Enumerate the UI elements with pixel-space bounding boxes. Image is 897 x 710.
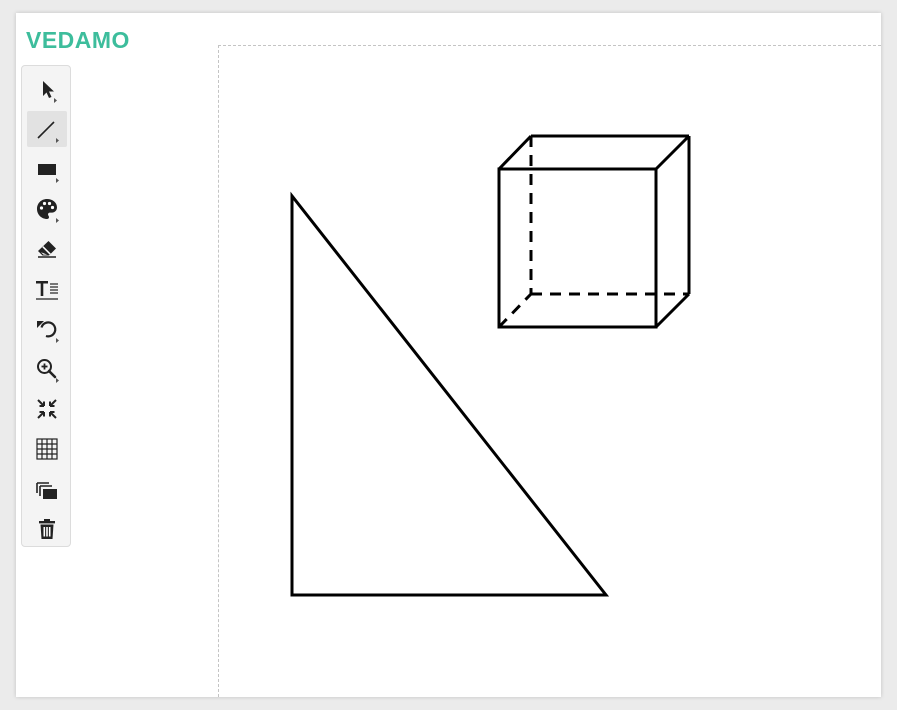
right-triangle-shape[interactable] xyxy=(290,191,610,597)
logo-text: VEDAMO xyxy=(26,27,130,53)
layers-tool-button[interactable] xyxy=(27,471,67,507)
layers-icon xyxy=(36,482,57,499)
collapse-arrows-icon xyxy=(37,399,57,419)
zoom-tool-button[interactable] xyxy=(27,351,67,387)
color-tool-button[interactable] xyxy=(27,191,67,227)
whiteboard-app: VEDAMO xyxy=(16,13,881,697)
undo-tool-button[interactable] xyxy=(27,311,67,347)
grid-icon xyxy=(36,438,58,460)
drawing-layer xyxy=(290,134,691,597)
vedamo-logo: VEDAMO xyxy=(26,27,130,53)
fit-to-screen-button[interactable] xyxy=(27,391,67,427)
cube-shape[interactable] xyxy=(497,134,691,329)
rectangle-icon xyxy=(38,164,59,183)
grid-toggle-button[interactable] xyxy=(27,431,67,467)
shape-tool-button[interactable] xyxy=(27,151,67,187)
eraser-tool-button[interactable] xyxy=(27,231,67,267)
line-tool-button[interactable] xyxy=(27,111,67,147)
line-icon xyxy=(37,121,59,143)
whiteboard-canvas[interactable] xyxy=(218,45,881,697)
trash-icon xyxy=(39,519,55,539)
select-tool-button[interactable] xyxy=(27,71,67,107)
palette-icon xyxy=(37,199,59,223)
text-icon xyxy=(36,281,58,300)
delete-tool-button[interactable] xyxy=(27,511,67,547)
zoom-in-icon xyxy=(37,359,59,383)
tool-palette xyxy=(21,65,71,547)
cursor-arrow-icon xyxy=(43,81,57,103)
eraser-icon xyxy=(38,241,56,258)
text-tool-button[interactable] xyxy=(27,271,67,307)
undo-icon xyxy=(37,321,59,343)
